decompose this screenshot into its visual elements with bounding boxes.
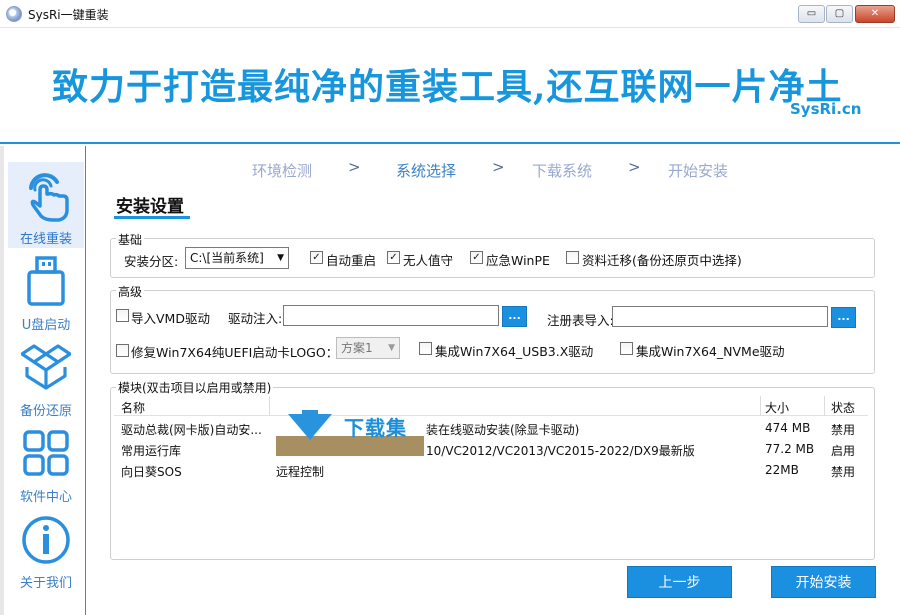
column-header-size[interactable]: 大小 bbox=[765, 399, 789, 416]
emergency-pe-checkbox[interactable]: ✓ bbox=[470, 251, 483, 264]
section-title: 安装设置 bbox=[116, 197, 184, 217]
close-button[interactable]: ✕ bbox=[855, 5, 895, 23]
module-status: 禁用 bbox=[831, 423, 856, 437]
column-header-name[interactable]: 名称 bbox=[121, 399, 145, 416]
previous-step-button[interactable]: 上一步 bbox=[627, 566, 732, 598]
module-status: 禁用 bbox=[831, 465, 856, 479]
sidebar-item-backup-restore[interactable]: 备份还原 bbox=[8, 334, 84, 420]
sidebar-item-label: 备份还原 bbox=[19, 404, 72, 419]
sidebar-item-about-us[interactable]: 关于我们 bbox=[8, 506, 84, 592]
sidebar-item-usb-boot[interactable]: U盘启动 bbox=[8, 248, 84, 334]
module-name: 常用运行库 bbox=[121, 444, 182, 458]
modules-list[interactable]: 名称 大小 状态 驱动总裁(网卡版)自动安... 装在线驱动安装(除显卡驱动) … bbox=[114, 396, 868, 558]
dropdown-arrow-icon: ▼ bbox=[388, 343, 395, 353]
import-vmd-checkbox[interactable] bbox=[116, 309, 129, 322]
module-name: 驱动总裁(网卡版)自动安... bbox=[121, 423, 262, 437]
column-divider[interactable] bbox=[824, 396, 825, 416]
import-vmd-label: 导入VMD驱动 bbox=[131, 311, 210, 326]
start-install-button[interactable]: 开始安装 bbox=[771, 566, 876, 598]
driver-inject-input[interactable] bbox=[283, 305, 499, 326]
auto-restart-checkbox[interactable]: ✓ bbox=[310, 251, 323, 264]
scheme-select-value: 方案1 bbox=[341, 341, 373, 355]
dropdown-arrow-icon: ▼ bbox=[277, 253, 284, 263]
registry-import-input[interactable] bbox=[612, 306, 828, 327]
banner: 致力于打造最纯净的重装工具,还互联网一片净土 SysRi.cn bbox=[0, 28, 900, 144]
driver-browse-button[interactable]: ... bbox=[502, 306, 527, 327]
column-divider[interactable] bbox=[269, 396, 270, 416]
window-title: SysRi一键重装 bbox=[28, 8, 109, 22]
module-description: 远程控制 bbox=[276, 465, 325, 479]
data-migration-checkbox[interactable] bbox=[566, 251, 579, 264]
unattended-checkbox[interactable]: ✓ bbox=[387, 251, 400, 264]
partition-select[interactable]: C:\[当前系统] ▼ bbox=[185, 247, 289, 269]
info-icon bbox=[22, 516, 70, 564]
sidebar-item-software-center[interactable]: 软件中心 bbox=[8, 420, 84, 506]
usb3-driver-label: 集成Win7X64_USB3.X驱动 bbox=[435, 344, 594, 359]
banner-brand: SysRi.cn bbox=[790, 100, 862, 118]
partition-label: 安装分区: bbox=[124, 254, 179, 269]
fix-uefi-label: 修复Win7X64纯UEFI启动卡LOGO： bbox=[131, 345, 339, 360]
step-download-system: 下载系统 bbox=[532, 162, 593, 180]
usb-drive-icon bbox=[27, 256, 65, 306]
column-divider[interactable] bbox=[760, 396, 761, 416]
modules-group-label: 模块(双击项目以启用或禁用) bbox=[116, 379, 274, 396]
sidebar: 在线重装 U盘启动 备份还原 软件中心 关于我们 bbox=[0, 146, 86, 615]
watermark-logo: 下载集 bbox=[276, 410, 424, 458]
advanced-group bbox=[110, 290, 875, 374]
nvme-driver-label: 集成Win7X64_NVMe驱动 bbox=[636, 344, 785, 359]
emergency-pe-label: 应急WinPE bbox=[486, 253, 550, 268]
step-indicator: 环境检测 > 系统选择 > 下载系统 > 开始安装 bbox=[86, 146, 900, 190]
step-env-check: 环境检测 bbox=[252, 162, 313, 180]
title-bar: SysRi一键重装 ▭ ▢ ✕ bbox=[0, 0, 900, 28]
download-arrow-icon bbox=[288, 414, 332, 440]
column-header-status[interactable]: 状态 bbox=[831, 399, 855, 416]
sidebar-item-label: 软件中心 bbox=[19, 490, 72, 505]
watermark-text: 下载集 bbox=[344, 416, 407, 440]
step-chevron-icon: > bbox=[492, 158, 505, 176]
scheme-select[interactable]: 方案1 ▼ bbox=[336, 337, 400, 359]
sidebar-item-label: U盘启动 bbox=[21, 318, 71, 333]
data-migration-label: 资料迁移(备份还原页中选择) bbox=[582, 253, 742, 268]
module-description: 10/VC2012/VC2013/VC2015-2022/DX9最新版 bbox=[426, 444, 695, 458]
step-system-select: 系统选择 bbox=[396, 162, 457, 180]
app-grid-icon bbox=[23, 430, 69, 476]
module-status: 启用 bbox=[831, 444, 856, 458]
dropbox-icon bbox=[21, 344, 71, 390]
sidebar-item-online-reinstall[interactable]: 在线重装 bbox=[8, 162, 84, 248]
registry-browse-button[interactable]: ... bbox=[831, 307, 856, 328]
minimize-button[interactable]: ▭ bbox=[798, 5, 825, 23]
basic-group-label: 基础 bbox=[116, 231, 145, 248]
tap-hand-icon bbox=[29, 173, 69, 222]
usb3-driver-checkbox[interactable] bbox=[419, 342, 432, 355]
fix-uefi-checkbox[interactable] bbox=[116, 344, 129, 357]
table-row[interactable]: 向日葵SOS 远程控制 22MB 禁用 bbox=[114, 460, 868, 481]
step-start-install: 开始安装 bbox=[668, 162, 729, 180]
sidebar-item-label: 在线重装 bbox=[19, 232, 72, 247]
auto-restart-label: 自动重启 bbox=[326, 253, 377, 268]
table-row[interactable]: 驱动总裁(网卡版)自动安... 装在线驱动安装(除显卡驱动) 474 MB 禁用 bbox=[114, 418, 868, 439]
unattended-label: 无人值守 bbox=[403, 253, 454, 268]
step-chevron-icon: > bbox=[348, 158, 361, 176]
advanced-group-label: 高级 bbox=[116, 283, 145, 300]
module-size: 77.2 MB bbox=[765, 442, 815, 456]
app-disc-icon bbox=[6, 6, 22, 22]
section-title-underline bbox=[114, 216, 190, 219]
module-size: 22MB bbox=[765, 463, 799, 477]
module-size: 474 MB bbox=[765, 421, 811, 435]
module-name: 向日葵SOS bbox=[121, 465, 182, 479]
partition-select-value: C:\[当前系统] bbox=[190, 251, 264, 265]
modules-list-header: 名称 大小 状态 bbox=[114, 396, 868, 416]
step-chevron-icon: > bbox=[628, 158, 641, 176]
registry-import-label: 注册表导入: bbox=[547, 313, 614, 328]
driver-inject-label: 驱动注入: bbox=[228, 311, 283, 326]
sidebar-item-label: 关于我们 bbox=[19, 576, 72, 591]
nvme-driver-checkbox[interactable] bbox=[620, 342, 633, 355]
table-row[interactable]: 常用运行库 10/VC2012/VC2013/VC2015-2022/DX9最新… bbox=[114, 439, 868, 460]
banner-slogan: 致力于打造最纯净的重装工具,还互联网一片净土 bbox=[52, 66, 843, 108]
module-description: 装在线驱动安装(除显卡驱动) bbox=[426, 423, 580, 437]
maximize-button[interactable]: ▢ bbox=[826, 5, 853, 23]
